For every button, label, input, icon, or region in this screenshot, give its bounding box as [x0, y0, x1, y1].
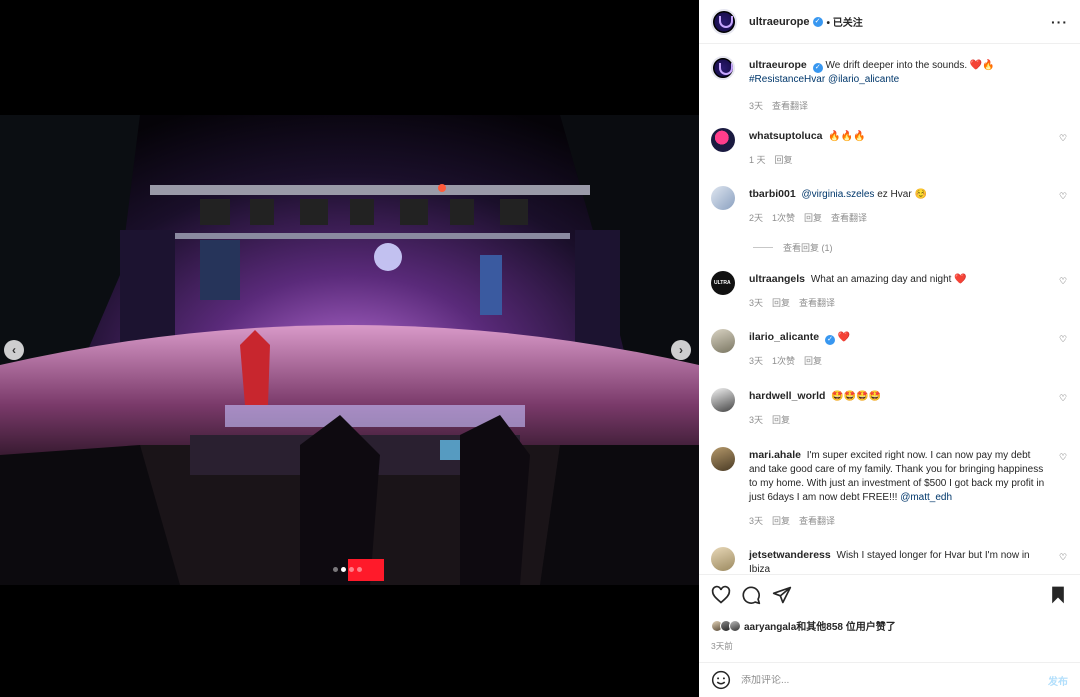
likes-text[interactable]: aaryangala和其他858 位用户赞了: [744, 618, 896, 633]
comment-username[interactable]: jetsetwanderess: [749, 549, 831, 561]
comment-username[interactable]: mari.ahale: [749, 449, 801, 461]
liker-avatars: [711, 619, 741, 632]
commenter-avatar[interactable]: [711, 128, 735, 152]
reply-button[interactable]: 回复: [772, 413, 790, 427]
caption-age: 3天: [749, 101, 764, 111]
commenter-avatar[interactable]: [711, 547, 735, 571]
caption-mention[interactable]: @ilario_alicante: [828, 74, 899, 85]
translate-button[interactable]: 查看翻译: [831, 211, 867, 225]
post-time: 3天前: [711, 641, 733, 651]
comment-age: 3天: [749, 298, 764, 308]
reply-button[interactable]: 回复: [804, 211, 822, 225]
comment-text: ❤️: [837, 332, 851, 343]
comment-age: 1 天: [749, 155, 766, 165]
comment-input[interactable]: [741, 674, 1048, 686]
heart-icon[interactable]: ♡: [1059, 277, 1068, 286]
share-icon[interactable]: [772, 585, 792, 605]
comment-item: hardwell_world 🤩🤩🤩🤩 3天 回复 ♡: [711, 388, 1068, 427]
heart-icon[interactable]: ♡: [1059, 335, 1068, 344]
add-comment-bar: 发布: [699, 662, 1080, 697]
carousel-dot: [357, 567, 362, 572]
heart-icon[interactable]: ♡: [1059, 394, 1068, 403]
verified-icon: ✓: [825, 335, 836, 345]
commenter-avatar[interactable]: [711, 186, 735, 210]
comment-mention[interactable]: @virginia.szeles: [801, 189, 874, 200]
bookmark-icon[interactable]: [1048, 585, 1068, 605]
liker-avatar: [729, 619, 741, 632]
caption-avatar[interactable]: [711, 56, 735, 80]
view-replies-button[interactable]: 查看回复 (1): [753, 241, 833, 254]
comment-username[interactable]: tbarbi001: [749, 188, 796, 200]
comment-username[interactable]: whatsuptoluca: [749, 130, 823, 142]
comment-text: 🔥🔥🔥: [828, 131, 866, 142]
concert-photo: [0, 115, 699, 585]
emoji-icon[interactable]: [711, 670, 731, 690]
comment-item: mari.ahale I'm super excited right now. …: [711, 447, 1068, 528]
comment-username[interactable]: hardwell_world: [749, 390, 825, 402]
reply-button[interactable]: 回复: [772, 514, 790, 528]
verified-icon: ✓: [812, 63, 823, 73]
comment-item: jetsetwanderess Wish I stayed longer for…: [711, 547, 1068, 574]
carousel-dot-active: [341, 567, 346, 572]
heart-icon[interactable]: ♡: [1059, 192, 1068, 201]
caption-username[interactable]: ultraeurope: [749, 59, 807, 71]
likes-summary[interactable]: aaryangala和其他858 位用户赞了: [711, 618, 896, 633]
comment-text: 🤩🤩🤩🤩: [831, 391, 882, 402]
comment-text: ez Hvar ☺️: [877, 189, 927, 200]
chevron-left-icon[interactable]: ‹: [4, 340, 24, 360]
translate-button[interactable]: 查看翻译: [799, 514, 835, 528]
follow-state[interactable]: 已关注: [833, 18, 863, 29]
carousel-dot: [333, 567, 338, 572]
caption: ultraeurope ✓ We drift deeper into the so…: [711, 56, 1068, 113]
reply-button[interactable]: 回复: [775, 153, 793, 167]
comment-age: 2天: [749, 213, 764, 223]
caption-text: We drift deeper into the sounds. ❤️🔥: [825, 60, 995, 71]
comment-icon[interactable]: [741, 585, 761, 605]
comment-age: 3天: [749, 415, 764, 425]
comment-likes[interactable]: 1次赞: [772, 354, 795, 368]
heart-icon[interactable]: ♡: [1059, 553, 1068, 562]
reply-button[interactable]: 回复: [772, 296, 790, 310]
post-media: ‹ ›: [0, 0, 699, 697]
post-header: ultraeurope ✓ • 已关注 ···: [699, 0, 1080, 44]
caption-hashtag[interactable]: #ResistanceHvar: [749, 74, 825, 85]
comment-likes[interactable]: 1次赞: [772, 211, 795, 225]
post-side-panel: ultraeurope ✓ • 已关注 ··· ultraeurope ✓ We …: [699, 0, 1080, 697]
comment-age: 3天: [749, 356, 764, 366]
chevron-right-icon[interactable]: ›: [671, 340, 691, 360]
author-avatar[interactable]: [711, 8, 737, 35]
comment-mention[interactable]: @matt_edh: [900, 492, 952, 503]
post-comment-button[interactable]: 发布: [1048, 673, 1068, 688]
heart-icon[interactable]: ♡: [1059, 453, 1068, 462]
comment-username[interactable]: ultraangels: [749, 273, 805, 285]
heart-icon[interactable]: [711, 585, 731, 605]
comment-age: 3天: [749, 516, 764, 526]
author-username[interactable]: ultraeurope: [749, 16, 810, 28]
comment-item: tbarbi001 @virginia.szeles ez Hvar ☺️ 2天…: [711, 186, 1068, 225]
more-icon[interactable]: ···: [1051, 14, 1068, 30]
comment-item: whatsuptoluca 🔥🔥🔥 1 天 回复 ♡: [711, 128, 1068, 167]
translate-button[interactable]: 查看翻译: [799, 296, 835, 310]
comment-username[interactable]: ilario_alicante: [749, 331, 819, 343]
comments-list[interactable]: ultraeurope ✓ We drift deeper into the so…: [699, 44, 1080, 574]
post-actions: aaryangala和其他858 位用户赞了 3天前: [699, 574, 1080, 662]
verified-icon: ✓: [812, 16, 823, 27]
commenter-avatar[interactable]: [711, 447, 735, 471]
post-photo[interactable]: [0, 115, 699, 585]
comment-item: ultraangels What an amazing day and nigh…: [711, 271, 1068, 310]
comment-text: What an amazing day and night ❤️: [810, 274, 967, 285]
commenter-avatar[interactable]: [711, 388, 735, 412]
carousel-indicator: [333, 567, 362, 572]
commenter-avatar[interactable]: [711, 329, 735, 353]
commenter-avatar[interactable]: [711, 271, 735, 295]
reply-button[interactable]: 回复: [804, 354, 822, 368]
carousel-dot: [349, 567, 354, 572]
comment-item: ilario_alicante ✓ ❤️ 3天 1次赞 回复 ♡: [711, 329, 1068, 368]
heart-icon[interactable]: ♡: [1059, 134, 1068, 143]
caption-translate[interactable]: 查看翻译: [772, 99, 808, 113]
